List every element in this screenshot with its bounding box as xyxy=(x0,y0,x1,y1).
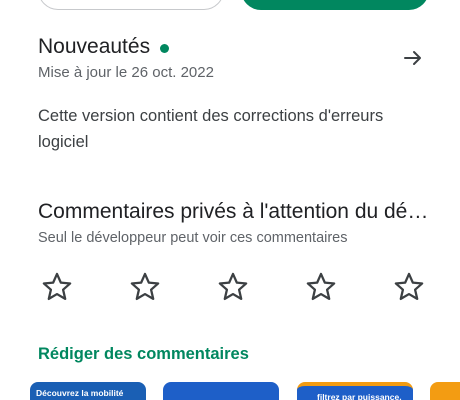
star-outline-icon[interactable] xyxy=(128,270,162,304)
screenshot-caption: filtrez par puissance, xyxy=(317,392,402,400)
screenshot-thumbnail[interactable]: filtrez par puissance, xyxy=(297,382,413,400)
private-feedback-subtitle: Seul le développeur peut voir ces commen… xyxy=(38,230,348,246)
arrow-right-icon[interactable] xyxy=(399,44,427,72)
write-feedback-link[interactable]: Rédiger des commentaires xyxy=(38,344,249,364)
screenshot-thumbnail[interactable] xyxy=(163,382,279,400)
star-outline-icon[interactable] xyxy=(216,270,250,304)
secondary-action-button[interactable] xyxy=(38,0,224,10)
star-outline-icon[interactable] xyxy=(304,270,338,304)
update-date: Mise à jour le 26 oct. 2022 xyxy=(38,64,214,81)
screenshot-thumbnail[interactable]: Découvrez la mobilité xyxy=(30,382,146,400)
whats-new-header[interactable]: Nouveautés xyxy=(38,35,170,59)
whats-new-title: Nouveautés xyxy=(38,35,151,58)
screenshot-thumbnail[interactable] xyxy=(430,382,460,400)
private-feedback-title: Commentaires privés à l'attention du dév… xyxy=(38,200,430,223)
star-outline-icon[interactable] xyxy=(40,270,74,304)
primary-action-button[interactable] xyxy=(241,0,429,10)
star-rating xyxy=(40,270,430,304)
star-outline-icon[interactable] xyxy=(392,270,426,304)
new-indicator-dot xyxy=(160,43,170,53)
whats-new-body: Cette version contient des corrections d… xyxy=(38,107,384,151)
app-details-page: Nouveautés Mise à jour le 26 oct. 2022 C… xyxy=(0,0,460,400)
screenshot-caption: Découvrez la mobilité xyxy=(36,388,124,398)
